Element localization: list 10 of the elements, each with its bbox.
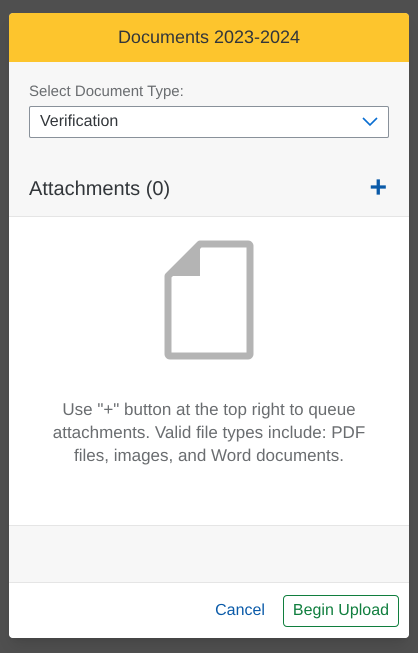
add-button[interactable]: + <box>367 173 389 203</box>
dialog-title: Documents 2023-2024 <box>118 26 300 49</box>
document-icon <box>164 240 254 360</box>
empty-message: Use "+" button at the top right to queue attachments. Valid file types include: PDF files, images, and Word documents. <box>52 399 366 467</box>
document-type-select[interactable]: Verification <box>29 106 389 138</box>
attachments-title: Attachments (0) <box>29 177 170 202</box>
begin-upload-button[interactable]: Begin Upload <box>282 594 399 626</box>
chevron-down-icon <box>362 117 378 127</box>
field-label: Select Document Type: <box>29 82 185 102</box>
cancel-button[interactable]: Cancel <box>209 594 271 626</box>
